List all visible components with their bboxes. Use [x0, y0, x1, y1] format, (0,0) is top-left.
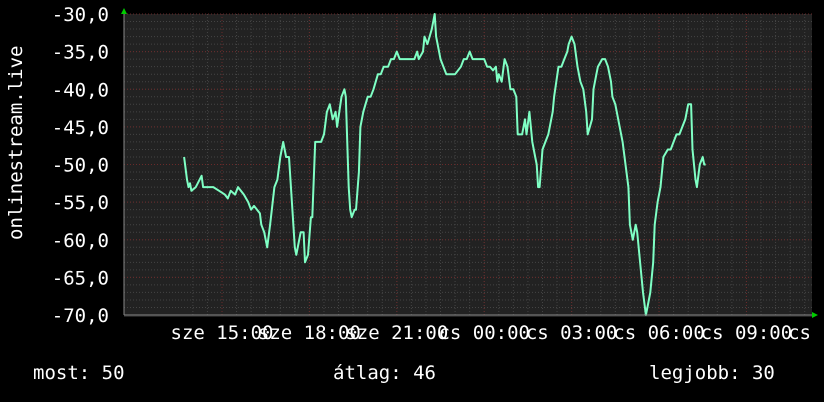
line-chart: -30,0 -35,0 -40,0 -45,0 -50,0 -55,0 -60,0 -65,0… [52, 4, 824, 344]
y-tick-label: -70,0 [52, 305, 109, 327]
y-tick-label: -30,0 [52, 4, 109, 26]
y-tick-label: -55,0 [52, 192, 109, 214]
y-tick-label: -60,0 [52, 230, 109, 252]
x-tick-label: cs 09:00 [701, 322, 793, 344]
plot-area [124, 14, 812, 317]
x-tick-label: cs 00:00 [438, 322, 530, 344]
y-tick-labels: -30,0 -35,0 -40,0 -45,0 -50,0 -55,0 -60,0 -65,0… [52, 4, 109, 327]
x-tick-labels: sze 15:00sze 18:00sze 21:00cs 00:00cs 03… [171, 322, 824, 344]
y-axis-label: onlinestream.live [5, 45, 27, 240]
y-tick-label: -40,0 [52, 79, 109, 101]
y-tick-label: -35,0 [52, 42, 109, 64]
y-tick-label: -45,0 [52, 117, 109, 139]
y-tick-label: -65,0 [52, 267, 109, 289]
x-tick-label: cs 06:00 [613, 322, 705, 344]
current-value: most: 50 [33, 362, 125, 384]
x-tick-label: cs 03:00 [526, 322, 618, 344]
x-axis-arrow-icon [812, 312, 818, 318]
average-value: átlag: 46 [333, 362, 436, 384]
best-value: legjobb: 30 [649, 362, 775, 384]
y-axis-arrow-icon [121, 8, 127, 14]
x-tick-label: cs 12:00 [788, 322, 824, 344]
y-tick-label: -50,0 [52, 155, 109, 177]
x-tick-label: sze 21:00 [345, 322, 448, 344]
